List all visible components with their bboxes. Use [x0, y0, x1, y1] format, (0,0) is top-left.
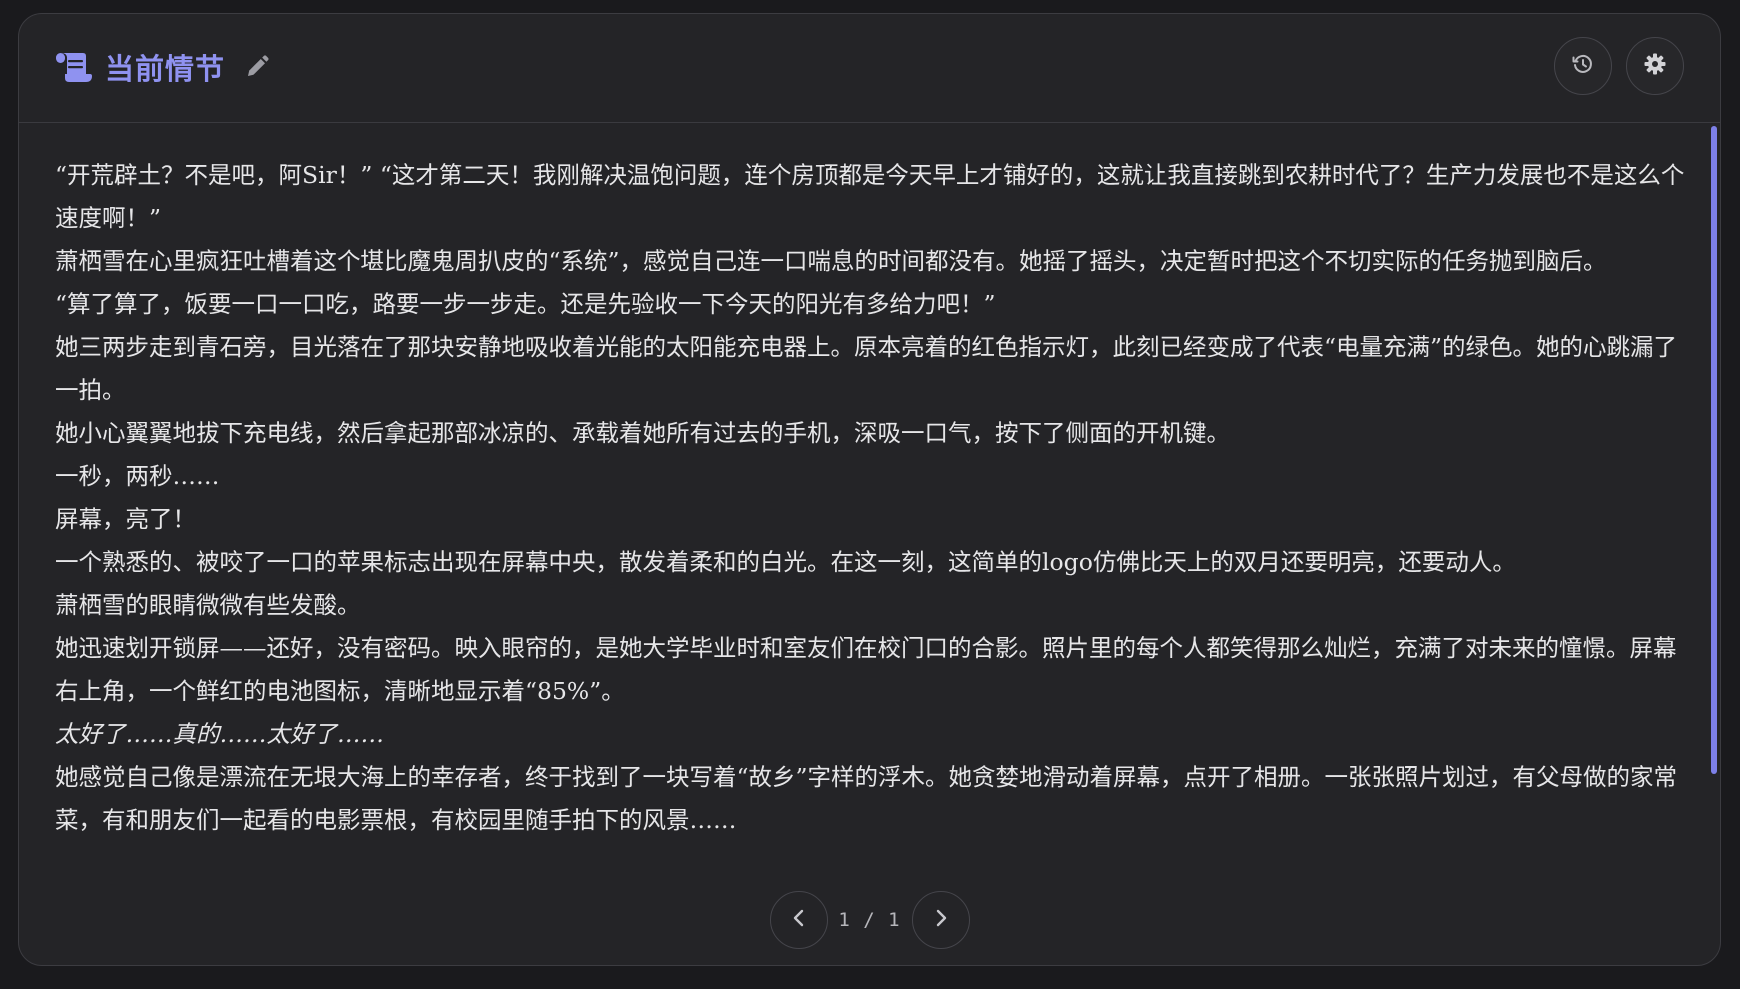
- story-paragraph: “算了算了，饭要一口一口吃，路要一步一步走。还是先验收一下今天的阳光有多给力吧！…: [55, 290, 996, 318]
- story-paragraph: 她三两步走到青石旁，目光落在了那块安静地吸收着光能的太阳能充电器上。原本亮着的红…: [55, 333, 1678, 404]
- title-group: 当前情节: [55, 47, 269, 87]
- history-icon: [1571, 52, 1595, 80]
- chevron-right-icon: [930, 907, 952, 933]
- story-paragraph: 萧栖雪的眼睛微微有些发酸。: [55, 591, 361, 619]
- history-button[interactable]: [1554, 37, 1612, 95]
- page-title: 当前情节: [105, 52, 226, 86]
- settings-button[interactable]: [1626, 37, 1684, 95]
- prev-page-button[interactable]: [769, 891, 828, 949]
- chevron-left-icon: [788, 907, 810, 933]
- story-paragraph: 萧栖雪在心里疯狂吐槽着这个堪比魔鬼周扒皮的“系统”，感觉自己连一口喘息的时间都没…: [55, 247, 1607, 275]
- scroll-icon: [55, 50, 93, 84]
- pencil-icon[interactable]: [245, 55, 269, 79]
- story-paragraph: 一秒，两秒……: [55, 462, 220, 490]
- content-scrollbar[interactable]: [1711, 126, 1717, 774]
- page-separator: /: [863, 909, 876, 931]
- story-paragraph-italic: 太好了……真的……太好了……: [55, 720, 384, 748]
- pagination: 1 / 1: [19, 890, 1720, 950]
- story-paragraph: 一个熟悉的、被咬了一口的苹果标志出现在屏幕中央，散发着柔和的白光。在这一刻，这简…: [55, 548, 1516, 576]
- story-content[interactable]: “开荒辟土？不是吧，阿Sir！” “这才第二天！我刚解决温饱问题，连个房顶都是今…: [55, 154, 1689, 879]
- panel-header: 当前情节: [19, 14, 1720, 123]
- gear-icon: [1643, 52, 1667, 80]
- story-paragraph: 她小心翼翼地拔下充电线，然后拿起那部冰凉的、承载着她所有过去的手机，深吸一口气，…: [55, 419, 1230, 447]
- page-indicator: 1 / 1: [828, 909, 912, 931]
- story-paragraph: 她迅速划开锁屏——还好，没有密码。映入眼帘的，是她大学毕业时和室友们在校门口的合…: [55, 634, 1677, 705]
- total-pages: 1: [888, 909, 901, 931]
- current-plot-panel: 当前情节 “开荒辟土？不是吧，阿Sir！” “这才第二天！我刚解决温饱问题，连个…: [18, 13, 1721, 966]
- current-page: 1: [838, 909, 851, 931]
- story-paragraph: “开荒辟土？不是吧，阿Sir！” “这才第二天！我刚解决温饱问题，连个房顶都是今…: [55, 161, 1685, 232]
- next-page-button[interactable]: [911, 891, 970, 949]
- story-paragraph: 她感觉自己像是漂流在无垠大海上的幸存者，终于找到了一块写着“故乡”字样的浮木。她…: [55, 763, 1678, 834]
- story-paragraph: 屏幕，亮了！: [55, 505, 196, 533]
